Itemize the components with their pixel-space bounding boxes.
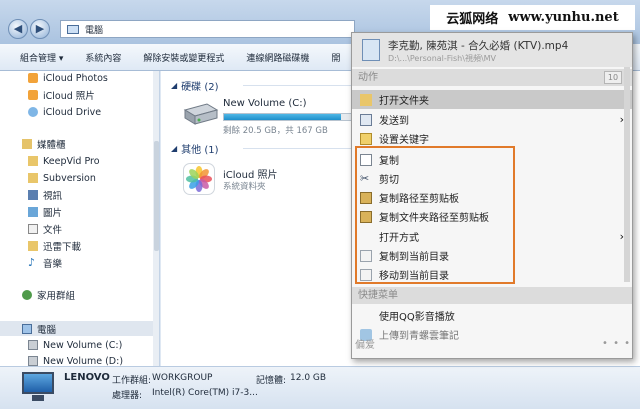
cpu-label: 處理器: [112,391,143,401]
sidebar-item-icloud-zhaopian[interactable]: iCloud 照片 [28,88,95,102]
cpu-value: Intel(R) Core(TM) i7-3... [152,388,258,398]
sidebar-item-videos[interactable]: 視訊 [28,188,62,202]
more-options-icon[interactable]: • • • [602,338,631,349]
icloud-photos-type: 系統資料夾 [223,182,266,192]
library-icon [22,139,32,149]
icloud-photos-icon [183,163,215,195]
sidebar-item-computer[interactable]: 電腦 [0,321,153,336]
section-quick-menu: 快捷菜单 [352,287,632,304]
document-icon [28,224,38,234]
workgroup-value: WORKGROUP [152,373,213,383]
sidebar-item-pictures[interactable]: 圖片 [28,205,62,219]
homegroup-icon [22,290,32,300]
menu-item-upload-note[interactable]: 上傳到青螺雲筆記 [352,325,632,344]
forward-button[interactable]: ▶ [30,19,50,39]
sidebar-item-volume-d[interactable]: New Volume (D:) [28,354,123,366]
watermark-url: www.yunhu.net [508,10,619,25]
tag-icon [360,132,372,145]
watermark-brand: 云狐网络 [446,12,499,27]
computer-icon [22,323,32,334]
context-menu-file-path: D:\...\Personal-Fish\視頻\MV [388,54,497,63]
computer-stand [32,395,44,401]
context-menu-favorites[interactable]: 偏爱 [355,336,375,351]
navigation-pane: iCloud Photos iCloud 照片 iCloud Drive 媒體櫃… [0,71,160,366]
toolbar-open[interactable]: 開 [331,51,340,64]
group-hard-disks[interactable]: ◢ 硬碟 (2) [171,78,219,93]
collapse-icon: ◢ [171,81,178,90]
photos-icon [28,73,38,83]
video-file-icon [362,39,380,61]
back-button[interactable]: ◀ [8,19,28,39]
folder-icon [28,241,38,251]
toolbar-organize[interactable]: 組合管理 ▾ [20,51,63,64]
sidebar-item-icloud-photos[interactable]: iCloud Photos [28,71,108,85]
drive-icon [28,340,38,350]
sidebar-item-volume-c[interactable]: New Volume (C:) [28,338,122,352]
group-divider [243,85,353,86]
hard-drive-icon [183,100,219,126]
address-path: 電腦 [85,25,104,36]
section-actions: 动作 10 [352,69,632,86]
drive-icon [28,356,38,366]
address-bar[interactable]: 電腦 [60,20,355,38]
sidebar-item-libraries[interactable]: 媒體櫃 [22,137,66,151]
collapse-icon: ◢ [171,144,178,153]
sidebar-item-thunder-downloads[interactable]: 迅雷下載 [28,239,81,253]
drive-c-name[interactable]: New Volume (C:) [223,98,307,109]
computer-icon [22,372,54,394]
toolbar-system-properties[interactable]: 系統內容 [85,51,121,64]
picture-icon [28,207,38,217]
toolbar-uninstall[interactable]: 解除安裝或變更程式 [143,51,224,64]
toolbar-map-drive[interactable]: 連線網路磁碟機 [246,51,309,64]
memory-label: 記憶體: [256,376,287,386]
action-count-badge: 10 [604,71,622,84]
folder-icon [28,173,38,183]
group-divider [243,148,353,149]
sidebar-item-keepvid[interactable]: KeepVid Pro [28,154,100,168]
cloud-icon [28,107,38,117]
send-icon [360,113,372,126]
computer-name: LENOVO [64,372,110,383]
menu-item-send-to[interactable]: 发送到 › [352,110,632,129]
video-icon [28,190,38,200]
highlight-box [355,146,515,284]
context-menu-scrollbar[interactable] [624,67,630,282]
watermark: 云狐网络 www.yunhu.net [430,5,635,30]
menu-item-play-qq[interactable]: 使用QQ影音播放 [352,306,632,325]
sidebar-item-music[interactable]: ♪ 音樂 [28,256,62,270]
folder-icon [28,156,38,166]
sidebar-item-icloud-drive[interactable]: iCloud Drive [28,105,101,119]
menu-item-open-folder[interactable]: 打开文件夹 [352,90,632,109]
photos-icon [28,90,38,100]
group-other[interactable]: ◢ 其他 (1) [171,141,219,156]
memory-value: 12.0 GB [290,373,327,383]
sidebar-scrollbar-thumb[interactable] [154,141,159,251]
drive-c-free-space: 剩餘 20.5 GB，共 167 GB [223,126,328,136]
sidebar-item-subversion[interactable]: Subversion [28,171,96,185]
sidebar-item-documents[interactable]: 文件 [28,222,62,236]
computer-icon [67,24,79,34]
drive-c-usage-fill [224,114,342,120]
drive-c-usage-bar [223,113,358,121]
context-menu-file-title: 李克勤, 陳苑淇 - 合久必婚 (KTV).mp4 [388,40,569,52]
icloud-photos-name[interactable]: iCloud 照片 [223,166,278,181]
context-menu-header: 李克勤, 陳苑淇 - 合久必婚 (KTV).mp4 D:\...\Persona… [352,33,632,67]
music-icon: ♪ [28,256,36,269]
folder-open-icon [360,93,372,106]
sidebar-item-homegroup[interactable]: 家用群組 [22,288,75,302]
workgroup-label: 工作群組: [112,376,152,386]
